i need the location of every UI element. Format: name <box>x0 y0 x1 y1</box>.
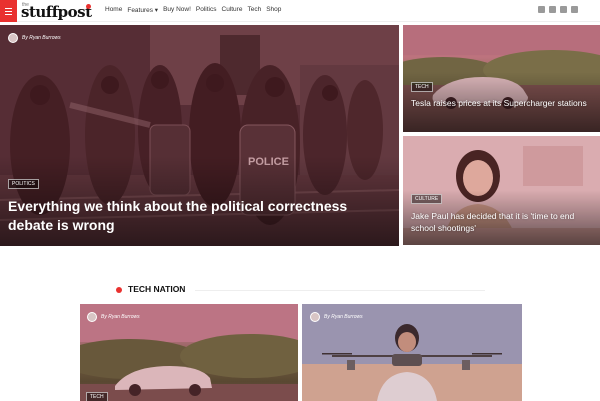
avatar <box>8 33 18 43</box>
hero-title[interactable]: Everything we think about the political … <box>8 197 388 235</box>
hamburger-icon <box>5 8 12 9</box>
twitter-icon[interactable] <box>549 6 556 13</box>
article-card-jake-paul[interactable]: CULTURE Jake Paul has decided that it is… <box>403 136 600 245</box>
category-tag[interactable]: TECH <box>86 392 108 401</box>
category-tag[interactable]: CULTURE <box>411 194 443 204</box>
article-card-tesla[interactable]: TECH Tesla raises prices at its Supercha… <box>403 25 600 132</box>
nav-features[interactable]: Features ▾ <box>127 6 158 14</box>
avatar <box>310 312 320 322</box>
nav-culture[interactable]: Culture <box>222 6 243 14</box>
site-header: the stuffpost Home Features ▾ Buy Now! P… <box>0 0 600 22</box>
nav-shop[interactable]: Shop <box>266 6 281 14</box>
article-card-bottom-2[interactable]: By Ryan Burrows <box>302 304 522 401</box>
hero-article[interactable]: POLICE By Ryan Burrows POLITICS Everythi… <box>0 25 399 246</box>
article-title[interactable]: Jake Paul has decided that it is 'time t… <box>411 210 596 234</box>
card-byline[interactable]: By Ryan Burrows <box>310 312 363 322</box>
logo-dot-icon <box>86 4 91 9</box>
main-nav: Home Features ▾ Buy Now! Politics Cultur… <box>105 6 286 14</box>
category-tag[interactable]: POLITICS <box>8 179 39 189</box>
site-logo[interactable]: stuffpost <box>21 4 92 20</box>
facebook-icon[interactable] <box>538 6 545 13</box>
nav-politics[interactable]: Politics <box>196 6 217 14</box>
menu-button[interactable] <box>0 0 17 22</box>
nav-tech[interactable]: Tech <box>247 6 261 14</box>
card-byline[interactable]: By Ryan Burrows <box>87 312 140 322</box>
section-title: TECH NATION <box>128 284 186 294</box>
article-card-bottom-1[interactable]: By Ryan Burrows TECH <box>80 304 298 401</box>
article-title[interactable]: Tesla raises prices at its Supercharger … <box>411 97 596 109</box>
nav-buy-now[interactable]: Buy Now! <box>163 6 191 14</box>
section-dot-icon <box>116 287 122 293</box>
social-links <box>538 6 578 13</box>
author-name: By Ryan Burrows <box>324 314 363 320</box>
instagram-icon[interactable] <box>571 6 578 13</box>
nav-home[interactable]: Home <box>105 6 122 14</box>
section-divider <box>195 290 485 291</box>
author-name: By Ryan Burrows <box>22 35 61 41</box>
youtube-icon[interactable] <box>560 6 567 13</box>
hero-byline[interactable]: By Ryan Burrows <box>8 33 61 43</box>
category-tag[interactable]: TECH <box>411 82 433 92</box>
avatar <box>87 312 97 322</box>
author-name: By Ryan Burrows <box>101 314 140 320</box>
